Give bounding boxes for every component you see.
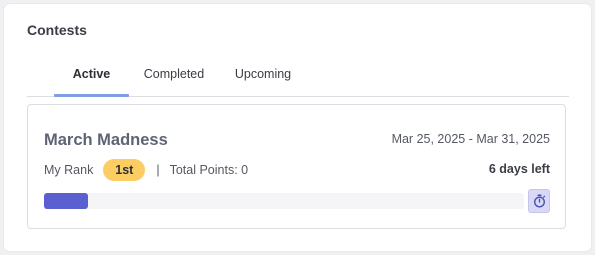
contest-dates: Mar 25, 2025 - Mar 31, 2025 bbox=[391, 132, 550, 146]
progress-bar bbox=[44, 193, 524, 209]
progress-fill bbox=[44, 193, 88, 209]
stopwatch-icon bbox=[533, 194, 545, 208]
total-points: Total Points: 0 bbox=[169, 163, 249, 177]
rank-label: My Rank bbox=[44, 163, 94, 177]
contest-name: March Madness bbox=[44, 131, 168, 149]
separator: | bbox=[156, 163, 160, 177]
panel-title: Contests bbox=[27, 22, 87, 38]
contest-tabs: Active Completed Upcoming bbox=[27, 60, 569, 97]
tab-completed[interactable]: Completed bbox=[135, 60, 213, 96]
time-left: 6 days left bbox=[488, 162, 550, 176]
rank-badge: 1st bbox=[103, 159, 146, 181]
contest-meta-row: My Rank 1st | Total Points: 0 bbox=[44, 159, 248, 181]
tab-upcoming[interactable]: Upcoming bbox=[223, 60, 303, 96]
timer-button[interactable] bbox=[528, 189, 550, 213]
tab-active[interactable]: Active bbox=[54, 60, 129, 97]
contests-panel: Contests Active Completed Upcoming March… bbox=[4, 4, 591, 251]
contest-card[interactable]: March Madness Mar 25, 2025 - Mar 31, 202… bbox=[27, 104, 566, 229]
